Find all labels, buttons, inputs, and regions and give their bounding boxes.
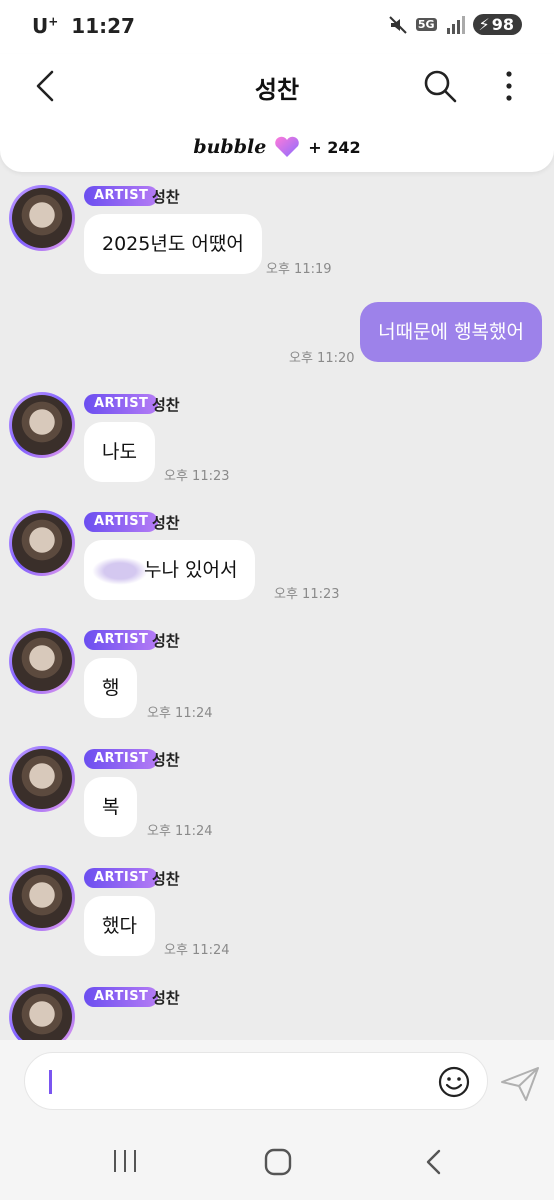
clock: 11:27 [71, 14, 135, 38]
mute-icon [389, 15, 407, 34]
message-time: 오후 11:24 [164, 943, 230, 958]
avatar[interactable] [9, 392, 75, 458]
message-list[interactable]: ARTIST 성찬 2025년도 어땠어 오후 11:19 오후 11:20 너… [0, 172, 554, 1040]
smiley-icon[interactable] [437, 1065, 471, 1099]
artist-badge: ARTIST [84, 394, 159, 414]
chat-header: 성찬 bubble + 242 [0, 54, 554, 172]
search-icon[interactable] [420, 66, 460, 106]
message-time: 오후 11:24 [147, 706, 213, 721]
artist-badge: ARTIST [84, 868, 159, 888]
avatar[interactable] [9, 510, 75, 576]
carrier-label: U [32, 14, 49, 38]
sender-name: 성찬 [152, 632, 180, 650]
sender-name: 성찬 [152, 396, 180, 414]
status-bar: U+ 11:27 5G ⚡ 98 [0, 0, 554, 54]
message-input[interactable] [24, 1052, 488, 1110]
bubble-logo: bubble [193, 136, 267, 158]
bolt-icon: ⚡ [478, 15, 490, 34]
status-icons: 5G ⚡ 98 [388, 14, 522, 35]
page-title: 성찬 [254, 76, 300, 104]
bubble-count: + 242 [308, 137, 361, 157]
bubble-bar[interactable]: bubble + 242 [0, 136, 554, 158]
blurred-name [92, 556, 148, 585]
avatar[interactable] [9, 746, 75, 812]
more-icon[interactable] [494, 66, 524, 106]
battery-level: 98 [491, 15, 514, 34]
message-bubble[interactable]: 복 [84, 777, 138, 837]
sender-name: 성찬 [152, 751, 180, 769]
message-bubble[interactable]: 했다 [84, 896, 155, 956]
message-time: 오후 11:19 [266, 262, 332, 277]
home-icon[interactable] [264, 1148, 292, 1176]
signal-icon [446, 15, 465, 34]
message-bubble[interactable]: 2025년도 어땠어 [84, 214, 262, 274]
text-cursor [49, 1070, 52, 1094]
sender-name: 성찬 [152, 514, 180, 532]
message-time: 오후 11:23 [164, 469, 230, 484]
avatar[interactable] [9, 628, 75, 694]
carrier-sup: + [48, 14, 59, 29]
system-nav-bar [0, 1122, 554, 1200]
artist-badge: ARTIST [84, 749, 159, 769]
message-text: 누나 있어서 [144, 559, 238, 581]
nav-back-icon[interactable] [420, 1148, 448, 1176]
artist-badge: ARTIST [84, 512, 159, 532]
avatar[interactable] [9, 865, 75, 931]
message-time: 오후 11:23 [274, 587, 340, 602]
composer [0, 1040, 554, 1122]
artist-badge: ARTIST [84, 987, 159, 1007]
message-bubble[interactable]: 나도 [84, 422, 155, 482]
artist-badge: ARTIST [84, 630, 159, 650]
artist-badge: ARTIST [84, 186, 159, 206]
my-message-bubble[interactable]: 너때문에 행복했어 [360, 302, 542, 362]
send-icon[interactable] [500, 1066, 540, 1102]
avatar[interactable] [9, 984, 75, 1040]
message-bubble[interactable]: 행 [84, 658, 138, 718]
message-time: 오후 11:24 [147, 824, 213, 839]
sender-name: 성찬 [152, 188, 180, 206]
battery-indicator: ⚡ 98 [472, 14, 522, 35]
avatar[interactable] [9, 185, 75, 251]
sender-name: 성찬 [152, 989, 180, 1007]
message-time: 오후 11:20 [289, 351, 355, 366]
message-bubble[interactable]: 누나 있어서 [84, 540, 256, 600]
heart-icon [275, 136, 300, 157]
network-icon: 5G [415, 18, 437, 31]
recent-apps-icon[interactable] [110, 1148, 140, 1174]
carrier: U+ 11:27 [32, 14, 135, 38]
sender-name: 성찬 [152, 870, 180, 888]
